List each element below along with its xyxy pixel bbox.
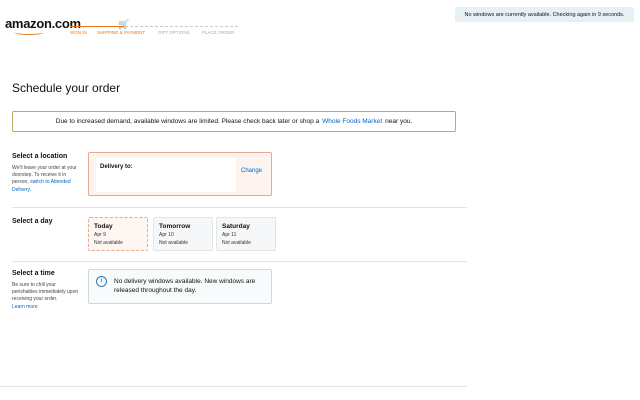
step-gift-options: GIFT OPTIONS <box>158 30 190 35</box>
alert-text: Due to increased demand, available windo… <box>55 118 320 125</box>
learn-more-link[interactable]: Learn more <box>12 304 38 310</box>
day-option-saturday[interactable]: Saturday Apr 11 Not available <box>216 217 276 251</box>
location-description: We'll leave your order at your doorstep.… <box>12 165 82 194</box>
page-title: Schedule your order <box>12 81 121 95</box>
day-date: Apr 9 <box>94 232 106 238</box>
divider <box>12 261 467 262</box>
progress-fill <box>70 26 124 27</box>
day-name: Tomorrow <box>159 223 191 230</box>
delivery-location-card[interactable]: Delivery to: Change <box>88 152 272 196</box>
location-heading: Select a location <box>12 153 68 160</box>
day-heading: Select a day <box>12 218 53 225</box>
day-date: Apr 11 <box>222 232 237 238</box>
change-location-link[interactable]: Change <box>241 168 262 174</box>
time-desc-text: Be sure to chill your perishables immedi… <box>12 282 79 303</box>
time-description: Be sure to chill your perishables immedi… <box>12 282 82 311</box>
time-heading: Select a time <box>12 270 55 277</box>
alert-text-end: near you. <box>385 118 413 125</box>
divider <box>12 207 467 208</box>
checkout-progress: 🛒 SIGN IN SHIPPING & PAYMENT GIFT OPTION… <box>70 19 240 40</box>
info-text: No delivery windows available. New windo… <box>114 278 256 294</box>
day-option-tomorrow[interactable]: Tomorrow Apr 10 Not available <box>153 217 213 251</box>
no-windows-info-box: i No delivery windows available. New win… <box>88 269 272 304</box>
info-icon: i <box>96 276 107 287</box>
delivery-to-label: Delivery to: <box>100 164 133 170</box>
alert-box: Due to increased demand, available windo… <box>12 111 456 132</box>
day-status: Not available <box>159 240 188 246</box>
footer-divider <box>0 386 467 387</box>
whole-foods-link[interactable]: Whole Foods Market <box>322 118 382 125</box>
day-option-today[interactable]: Today Apr 9 Not available <box>88 217 148 251</box>
day-status: Not available <box>94 240 123 246</box>
day-name: Saturday <box>222 223 250 230</box>
step-sign-in[interactable]: SIGN IN <box>70 30 87 35</box>
day-name: Today <box>94 223 113 230</box>
status-banner: No windows are currently available. Chec… <box>455 7 634 22</box>
step-place-order: PLACE ORDER <box>202 30 235 35</box>
day-date: Apr 10 <box>159 232 174 238</box>
shopping-cart-icon: 🛒 <box>118 19 130 29</box>
status-banner-text: No windows are currently available. Chec… <box>464 11 625 18</box>
delivery-address-area: Delivery to: <box>96 158 236 192</box>
day-status: Not available <box>222 240 251 246</box>
step-shipping-payment[interactable]: SHIPPING & PAYMENT <box>97 30 145 35</box>
amazon-logo-smile <box>14 30 44 35</box>
